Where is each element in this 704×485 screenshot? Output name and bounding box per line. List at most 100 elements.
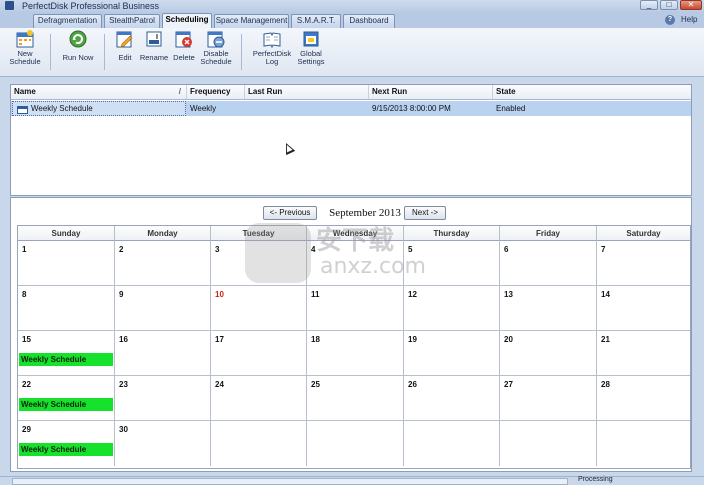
calendar-day-cell[interactable]: [307, 421, 404, 466]
log-icon: [263, 30, 281, 49]
app-icon: [5, 1, 14, 10]
calendar-day-cell[interactable]: 23: [115, 376, 211, 421]
column-header-frequency[interactable]: Frequency: [187, 85, 245, 99]
new-schedule-button[interactable]: New Schedule: [6, 30, 44, 76]
calendar-day-cell[interactable]: 25: [307, 376, 404, 421]
calendar-day-cell[interactable]: 29 Weekly Schedule: [18, 421, 115, 466]
day-number: 21: [601, 335, 610, 344]
calendar-day-cell[interactable]: 28: [597, 376, 690, 421]
calendar-day-cell[interactable]: 17: [211, 331, 307, 376]
day-number: 16: [119, 335, 128, 344]
calendar-day-cell[interactable]: 20: [500, 331, 597, 376]
calendar-day-cell[interactable]: 16: [115, 331, 211, 376]
tab-dashboard[interactable]: Dashboard: [343, 14, 395, 28]
calendar-day-cell[interactable]: 26: [404, 376, 500, 421]
column-header-next-run[interactable]: Next Run: [369, 85, 493, 99]
day-number: 4: [311, 245, 316, 254]
calendar-day-cell[interactable]: 18: [307, 331, 404, 376]
tab-scheduling[interactable]: Scheduling: [162, 13, 212, 28]
calendar-day-cell[interactable]: 15 Weekly Schedule: [18, 331, 115, 376]
tab-smart[interactable]: S.M.A.R.T.: [291, 14, 341, 28]
schedule-event[interactable]: Weekly Schedule: [19, 398, 113, 411]
calendar-day-cell[interactable]: [211, 421, 307, 466]
day-number: 25: [311, 380, 320, 389]
day-number: 9: [119, 290, 124, 299]
tab-bar: Defragmentation StealthPatrol Scheduling…: [0, 12, 704, 28]
run-now-button[interactable]: Run Now: [58, 30, 98, 76]
calendar-day-cell[interactable]: 22 Weekly Schedule: [18, 376, 115, 421]
day-number: 13: [504, 290, 513, 299]
watermark-logo-icon: [245, 223, 311, 283]
column-header-last-run[interactable]: Last Run: [245, 85, 369, 99]
calendar-day-cell[interactable]: 30: [115, 421, 211, 466]
day-number: 14: [601, 290, 610, 299]
processing-label: Processing: [578, 476, 613, 483]
day-number: 8: [22, 290, 27, 299]
calendar-day-cell[interactable]: [404, 421, 500, 466]
next-month-button[interactable]: Next ->: [404, 206, 446, 220]
day-number: 2: [119, 245, 124, 254]
window-title: PerfectDisk Professional Business: [22, 1, 160, 11]
edit-icon: [116, 30, 134, 48]
tab-space-management[interactable]: Space Management: [214, 14, 289, 28]
new-schedule-label: New Schedule: [9, 49, 41, 66]
day-number: 28: [601, 380, 610, 389]
calendar-day-cell[interactable]: 2: [115, 241, 211, 286]
close-button[interactable]: ✕: [680, 0, 702, 10]
weekday-header: Thursday: [404, 226, 500, 241]
calendar-day-cell[interactable]: 27: [500, 376, 597, 421]
status-bar: Processing: [0, 476, 704, 485]
global-settings-button[interactable]: Global Settings: [295, 30, 327, 76]
edit-label: Edit: [118, 53, 132, 62]
delete-button[interactable]: Delete: [171, 30, 197, 76]
day-number: 20: [504, 335, 513, 344]
calendar-day-cell[interactable]: 13: [500, 286, 597, 331]
schedule-event[interactable]: Weekly Schedule: [19, 353, 113, 366]
table-row[interactable]: Weekly Schedule: [11, 101, 691, 116]
schedule-list: Name / Frequency Last Run Next Run State …: [10, 84, 692, 196]
day-number: 10: [215, 290, 224, 299]
tab-stealthpatrol[interactable]: StealthPatrol: [104, 14, 160, 28]
calendar-day-cell[interactable]: 8: [18, 286, 115, 331]
column-header-name[interactable]: Name /: [11, 85, 187, 99]
perfectdisk-log-label: PerfectDisk Log: [252, 49, 292, 66]
schedule-event[interactable]: Weekly Schedule: [19, 443, 113, 456]
calendar-day-cell[interactable]: 24: [211, 376, 307, 421]
tab-defragmentation[interactable]: Defragmentation: [33, 14, 102, 28]
rename-label: Rename: [139, 53, 169, 62]
calendar-day-cell[interactable]: 9: [115, 286, 211, 331]
watermark-url: anxz.com: [320, 254, 426, 279]
calendar-day-cell[interactable]: 19: [404, 331, 500, 376]
column-header-state[interactable]: State: [493, 85, 691, 99]
help-icon[interactable]: ?: [665, 15, 675, 25]
day-number: 24: [215, 380, 224, 389]
disable-schedule-button[interactable]: Disable Schedule: [199, 30, 233, 76]
global-settings-icon: [302, 30, 320, 48]
weekday-header: Sunday: [18, 226, 115, 241]
day-number: 23: [119, 380, 128, 389]
calendar-day-cell[interactable]: 7: [597, 241, 690, 286]
frequency-cell: Weekly: [190, 104, 217, 113]
calendar-day-cell[interactable]: 12: [404, 286, 500, 331]
delete-icon: [175, 30, 193, 48]
run-now-icon: [69, 30, 87, 48]
day-number: 6: [504, 245, 509, 254]
calendar-day-cell[interactable]: 1: [18, 241, 115, 286]
rename-button[interactable]: Rename: [139, 30, 169, 76]
rename-icon: [145, 30, 163, 48]
minimize-button[interactable]: _: [640, 0, 658, 10]
calendar-day-cell[interactable]: 14: [597, 286, 690, 331]
calendar-day-cell[interactable]: 21: [597, 331, 690, 376]
calendar-day-cell[interactable]: 6: [500, 241, 597, 286]
previous-month-button[interactable]: <- Previous: [263, 206, 317, 220]
maximize-button[interactable]: □: [660, 0, 678, 10]
calendar-day-cell[interactable]: 10: [211, 286, 307, 331]
edit-button[interactable]: Edit: [112, 30, 138, 76]
perfectdisk-log-button[interactable]: PerfectDisk Log: [250, 30, 294, 76]
calendar-day-cell[interactable]: [500, 421, 597, 466]
day-number: 3: [215, 245, 220, 254]
help-label[interactable]: Help: [681, 14, 697, 26]
day-number: 7: [601, 245, 606, 254]
calendar-day-cell[interactable]: 11: [307, 286, 404, 331]
calendar-day-cell[interactable]: [597, 421, 690, 466]
